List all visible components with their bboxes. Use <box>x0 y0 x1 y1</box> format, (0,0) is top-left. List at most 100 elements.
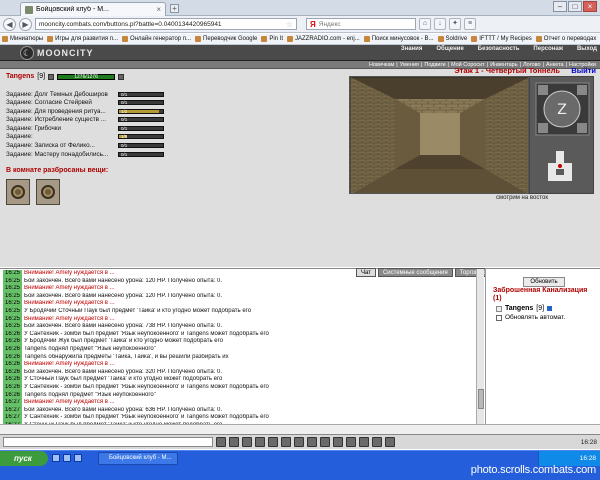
top-nav-item[interactable]: Выход <box>577 46 597 52</box>
new-tab-button[interactable]: + <box>170 4 179 13</box>
address-bar[interactable]: mooncity.combats.com/buttons.pl?battle=0… <box>35 18 297 30</box>
settings-small-icon[interactable] <box>118 73 125 80</box>
maximize-button[interactable]: □ <box>568 1 582 12</box>
translit-icon[interactable] <box>255 437 265 447</box>
chat-timestamp[interactable]: 16:26 <box>3 383 22 392</box>
friends-icon[interactable] <box>320 437 330 447</box>
chat-timestamp[interactable]: 16:25 <box>3 277 22 286</box>
chat-timestamp[interactable]: 16:26 <box>3 376 22 384</box>
browser-icon[interactable] <box>63 454 71 462</box>
mail-icon[interactable] <box>307 437 317 447</box>
scroll-thumb[interactable] <box>478 389 484 409</box>
quest-label[interactable]: Задание: Согласие Стейрвей <box>6 99 118 106</box>
quest-label[interactable]: Задание: Записка от Фелико... <box>6 142 118 149</box>
top-nav-item[interactable]: Безопасность <box>478 46 520 52</box>
top-nav-item[interactable]: Знания <box>401 46 423 52</box>
taskbar-window-button[interactable]: Бойцовский клуб - M... <box>98 452 178 465</box>
bookmark-item[interactable]: JAZZRADIO.com - enj... <box>287 36 360 42</box>
inventory-icon[interactable] <box>281 437 291 447</box>
magic-icon[interactable] <box>346 437 356 447</box>
bookmark-item[interactable]: Миниатюры <box>2 36 43 42</box>
bookmark-item[interactable]: Онлайн генератор п... <box>122 36 191 42</box>
browser-tab[interactable]: Бойцовский клуб - M... × <box>20 2 166 16</box>
search-input[interactable] <box>318 20 409 28</box>
chat-timestamp[interactable]: 16:26 <box>3 361 22 369</box>
filter-icon[interactable] <box>242 437 252 447</box>
start-button[interactable]: пуск <box>0 451 48 466</box>
auto-update-option[interactable]: Обновлять автомат. <box>496 314 565 321</box>
bookmark-item[interactable]: Отчет о переводах <box>535 36 596 42</box>
bookmark-item[interactable]: Поиск минусовок - B... <box>363 36 434 42</box>
drop-item[interactable] <box>6 179 30 205</box>
dungeon-view[interactable] <box>349 76 529 194</box>
bookmark-item[interactable]: Переводчик Google <box>195 36 257 42</box>
bookmark-item[interactable]: Игры для развития п... <box>47 36 118 42</box>
forward-button[interactable]: ▶ <box>19 17 32 31</box>
chat-timestamp[interactable]: 16:27 <box>3 414 22 422</box>
minimize-button[interactable]: – <box>553 1 567 12</box>
sub-nav-item[interactable]: Подвиги <box>424 61 445 69</box>
quest-label[interactable]: Задание: Истребление существ ... <box>6 116 118 123</box>
clear-chat-icon[interactable] <box>229 437 239 447</box>
chat-timestamp[interactable]: 16:25 <box>3 323 22 331</box>
search-box[interactable]: Я <box>306 18 416 30</box>
auto-update-checkbox[interactable] <box>496 314 502 321</box>
room-user-name[interactable]: Tangens <box>505 305 533 312</box>
quest-label[interactable]: Задание: Мастеру понадобились... <box>6 151 118 158</box>
chat-timestamp[interactable]: 16:27 <box>3 406 22 415</box>
trade-icon[interactable] <box>372 437 382 447</box>
chat-timestamp[interactable]: 16:26 <box>3 330 22 339</box>
chat-timestamp[interactable]: 16:26 <box>3 345 22 354</box>
user-select-box[interactable] <box>496 305 502 312</box>
download-icon[interactable]: ↓ <box>434 18 446 30</box>
close-window-button[interactable]: × <box>583 1 597 12</box>
menu-icon[interactable]: ≡ <box>464 18 476 30</box>
desktop-icon[interactable] <box>52 454 60 462</box>
map-icon[interactable] <box>294 437 304 447</box>
chat-timestamp[interactable]: 16:25 <box>3 285 22 293</box>
info-icon[interactable] <box>48 73 55 80</box>
chat-timestamp[interactable]: 16:26 <box>3 368 22 377</box>
player-name[interactable]: Tangens <box>6 73 34 80</box>
chat-timestamp[interactable]: 16:26 <box>3 338 22 346</box>
home-icon[interactable]: ⌂ <box>419 18 431 30</box>
chat-tab[interactable]: Чат <box>356 268 376 277</box>
room-user[interactable]: Tangens [9] <box>496 305 553 312</box>
chat-tab[interactable]: Системные сообщения <box>377 268 453 277</box>
quest-label[interactable]: Задание: Долг Темных Дебоширов <box>6 91 118 98</box>
chat-timestamp[interactable]: 16:25 <box>3 292 22 301</box>
quest-label[interactable]: Задание: Для проведения ритуа... <box>6 108 118 115</box>
chat-scrollbar[interactable] <box>476 269 484 424</box>
exit-link[interactable]: Выйти <box>571 66 596 75</box>
chat-input[interactable] <box>3 437 213 447</box>
quest-label[interactable]: Задание: <box>6 133 118 140</box>
back-button[interactable]: ◀ <box>3 17 16 31</box>
user-info-icon[interactable] <box>547 306 553 311</box>
smile-icon[interactable] <box>216 437 226 447</box>
chat-timestamp[interactable]: 16:26 <box>3 353 22 362</box>
bookmark-star-icon[interactable]: ☆ <box>286 20 293 29</box>
top-nav-item[interactable]: Общение <box>436 46 463 52</box>
quest-label[interactable]: Задание: Грибочки <box>6 125 118 132</box>
chat-timestamp[interactable]: 16:25 <box>3 315 22 324</box>
explorer-icon[interactable] <box>74 454 82 462</box>
quests-icon[interactable] <box>359 437 369 447</box>
chat-timestamp[interactable]: 16:26 <box>3 391 22 400</box>
help-icon[interactable] <box>385 437 395 447</box>
chat-timestamp[interactable]: 16:25 <box>3 300 22 308</box>
chat-timestamp[interactable]: 16:27 <box>3 399 22 407</box>
clan-icon[interactable] <box>333 437 343 447</box>
sub-nav-item[interactable]: Новичкам <box>369 61 394 69</box>
top-nav-item[interactable]: Персонаж <box>533 46 563 52</box>
sub-nav-item[interactable]: Умения <box>400 61 419 69</box>
addon-icon[interactable]: ✦ <box>449 18 461 30</box>
chat-timestamp[interactable]: 16:25 <box>3 270 22 278</box>
close-tab-icon[interactable]: × <box>156 5 161 14</box>
bookmark-item[interactable]: Pin It <box>261 36 283 42</box>
fight-icon[interactable] <box>268 437 278 447</box>
drop-item[interactable] <box>36 179 60 205</box>
chat-timestamp[interactable]: 16:25 <box>3 307 22 316</box>
bookmark-item[interactable]: Soldrive <box>437 36 467 42</box>
bookmark-item[interactable]: IFTTT / My Recipes <box>471 36 532 42</box>
refresh-button[interactable]: Обновить <box>523 277 565 287</box>
